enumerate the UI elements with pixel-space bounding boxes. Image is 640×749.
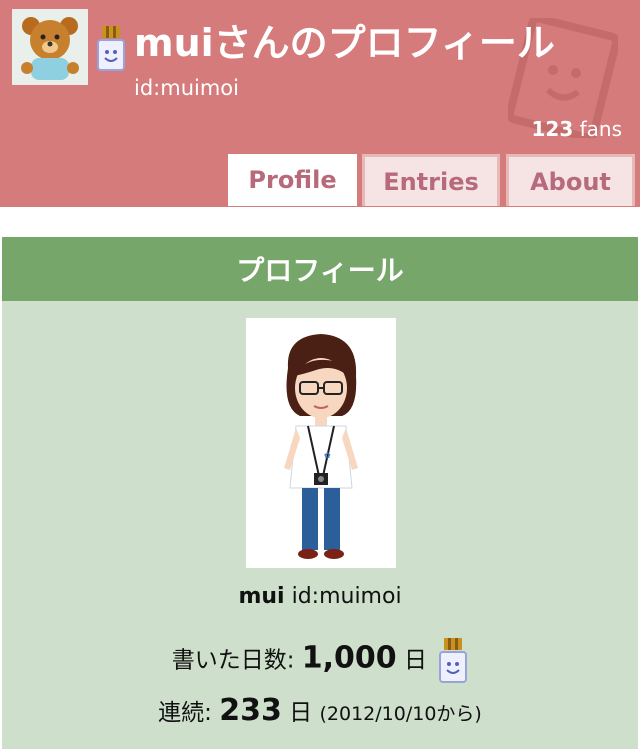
streak-line: 連続: 233 日 (2012/10/10から) xyxy=(2,693,638,728)
streak-value: 233 xyxy=(219,693,282,728)
tab-label: About xyxy=(530,167,611,196)
crown-badge-icon xyxy=(97,26,125,71)
fans-number: 123 xyxy=(531,117,574,141)
avatar[interactable] xyxy=(12,9,88,85)
teddy-bear-icon xyxy=(21,17,79,80)
tab-entries[interactable]: Entries xyxy=(362,154,500,206)
fans-label: fans xyxy=(579,117,622,141)
profile-name-line: mui id:muimoi xyxy=(2,584,638,609)
profile-section: プロフィール ✿ mui id:muimoi 書いた日数: 1,000 日 連続… xyxy=(2,237,638,749)
profile-user-id[interactable]: id:muimoi xyxy=(292,584,402,609)
days-written-line: 書いた日数: 1,000 日 xyxy=(2,638,638,684)
streak-label: 連続: xyxy=(158,700,212,726)
tab-profile[interactable]: Profile xyxy=(228,154,357,206)
days-unit: 日 xyxy=(403,647,427,674)
tab-label: Entries xyxy=(383,167,479,196)
crown-badge-icon xyxy=(439,638,468,683)
profile-photo[interactable]: ✿ xyxy=(246,318,396,568)
tab-label: Profile xyxy=(248,166,337,194)
user-id[interactable]: id:muimoi xyxy=(134,76,239,100)
days-value: 1,000 xyxy=(301,640,397,676)
tab-about[interactable]: About xyxy=(506,154,635,206)
svg-text:✿: ✿ xyxy=(324,451,331,460)
section-heading-label: プロフィール xyxy=(236,254,404,287)
section-heading: プロフィール xyxy=(2,237,638,301)
profile-header: muiさんのプロフィール id:muimoi 123 fans Profile … xyxy=(0,0,640,207)
streak-unit: 日 xyxy=(289,700,313,726)
character-illustration-icon: ✿ xyxy=(284,334,358,559)
fans-count[interactable]: 123 fans xyxy=(531,117,622,141)
profile-name: mui xyxy=(238,584,285,609)
divider xyxy=(0,207,640,237)
streak-since: (2012/10/10から) xyxy=(319,703,482,725)
page-title: muiさんのプロフィール xyxy=(134,21,555,65)
days-label: 書いた日数: xyxy=(171,647,295,674)
